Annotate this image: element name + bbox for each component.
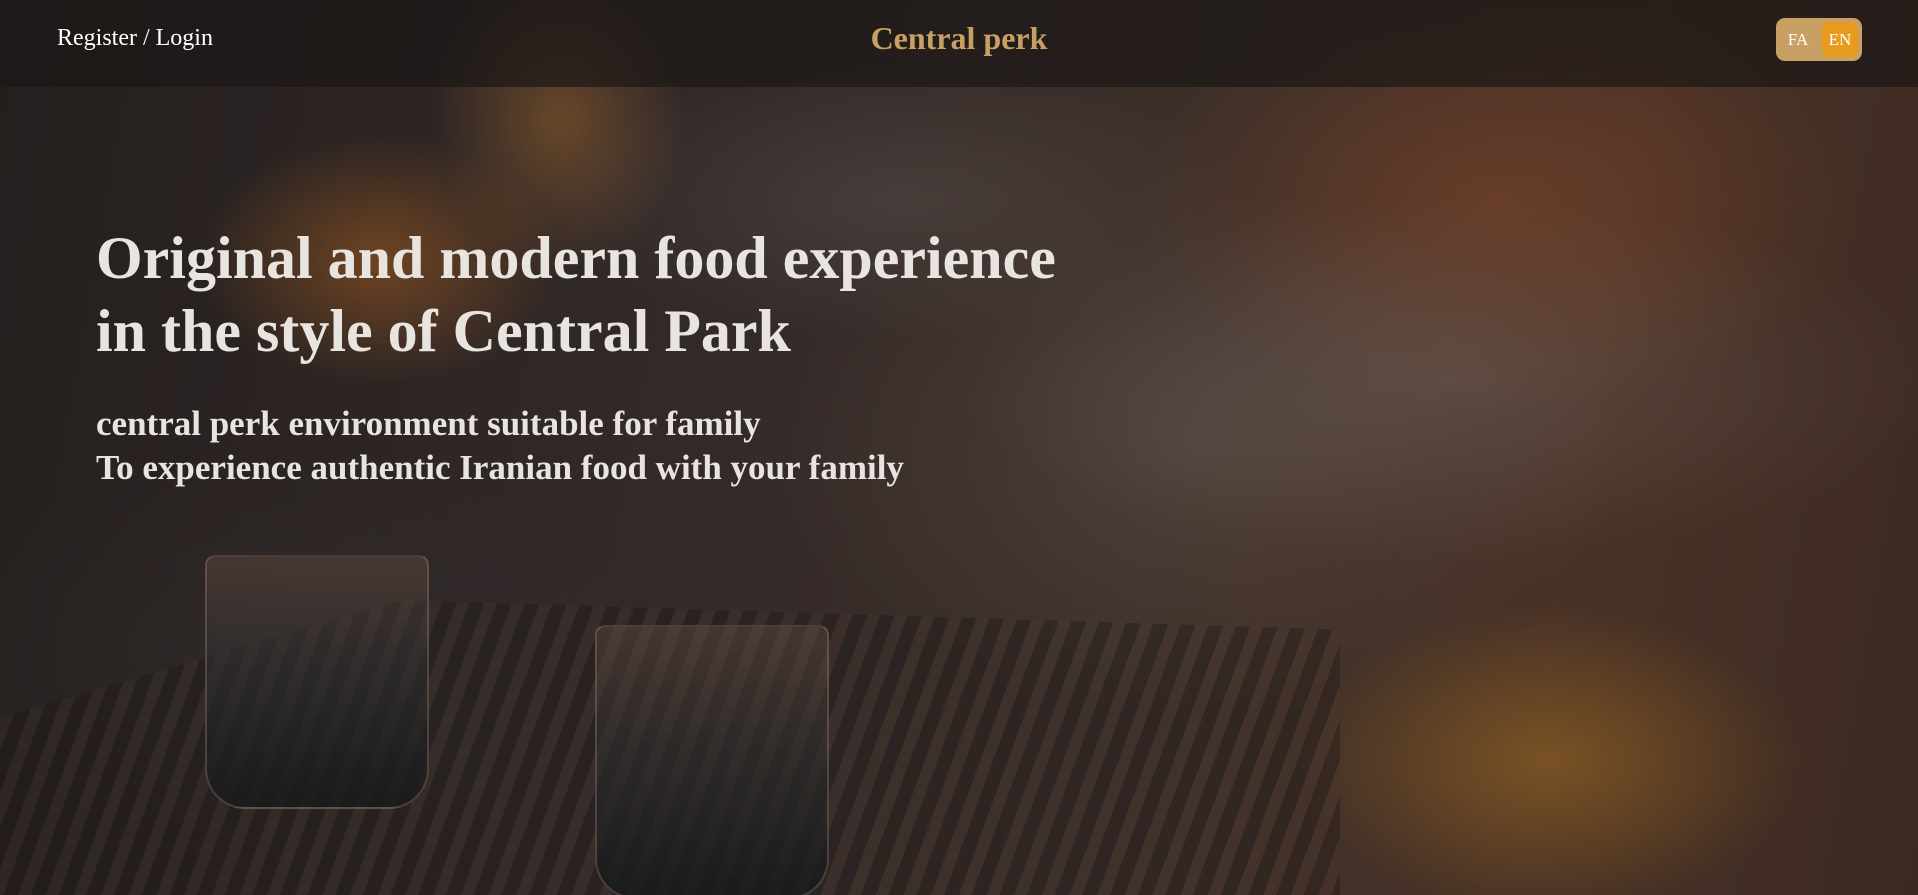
- hero-title-line: Original and modern food experience: [96, 225, 1056, 291]
- hero-title: Original and modern food experience in t…: [96, 222, 1196, 368]
- hero-title-line: in the style of Central Park: [96, 298, 791, 364]
- hero-subtitle-line: To experience authentic Iranian food wit…: [96, 448, 904, 487]
- language-en-button[interactable]: EN: [1822, 22, 1858, 57]
- language-switcher: FA EN: [1776, 18, 1862, 61]
- brand-title: Central perk: [870, 20, 1048, 56]
- top-navbar: Register / Login Central perk FA EN: [0, 0, 1918, 87]
- register-login-link[interactable]: Register / Login: [57, 25, 213, 52]
- landing-page: Register / Login Central perk FA EN Orig…: [0, 0, 1918, 895]
- hero-subtitle-line: central perk environment suitable for fa…: [96, 404, 761, 443]
- language-fa-button[interactable]: FA: [1780, 22, 1816, 57]
- hero-subtitle: central perk environment suitable for fa…: [96, 402, 1196, 490]
